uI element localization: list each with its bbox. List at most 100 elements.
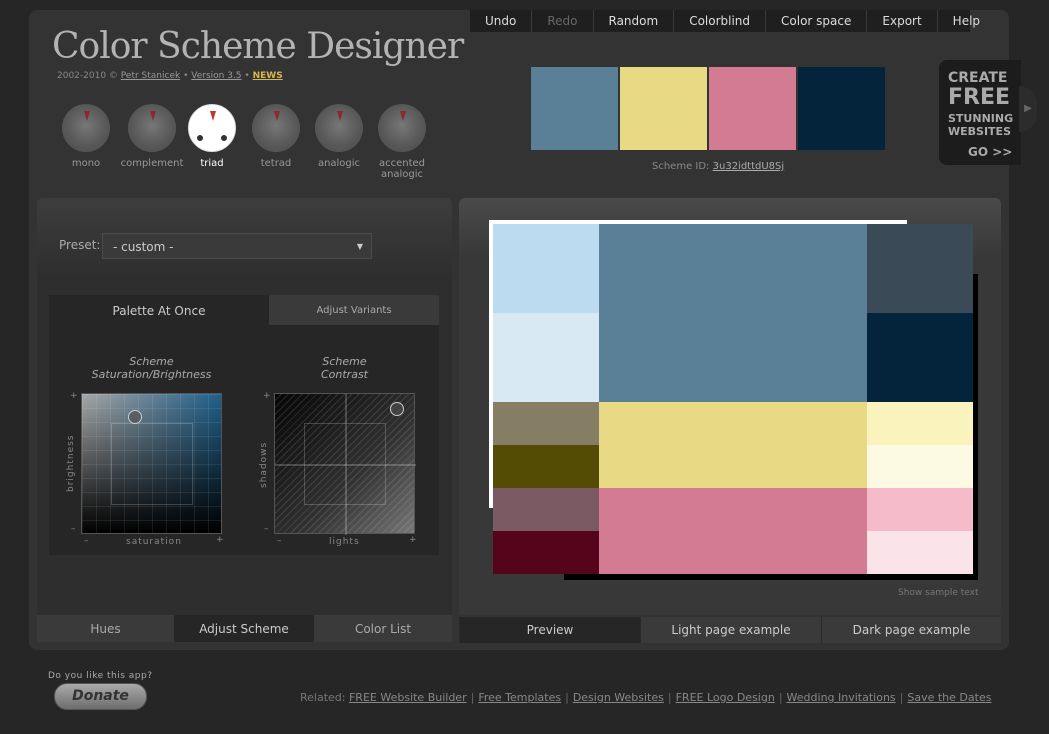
graph1-y-plus: +	[70, 391, 78, 401]
graph2-title-line2: Contrast	[320, 368, 368, 381]
donate-button[interactable]: Donate	[54, 683, 147, 710]
preview-primary-light-1[interactable]	[493, 224, 599, 313]
graph2-x-minus: –	[277, 536, 282, 546]
credits-prefix: 2002-2010 ©	[57, 71, 118, 81]
related-separator: |	[565, 691, 569, 704]
preview-primary-main[interactable]	[599, 224, 867, 402]
tab-light-page-example[interactable]: Light page example	[640, 617, 821, 643]
color-wheel-icon	[188, 104, 236, 152]
scheme-label-accented-analogic: accented analogic	[378, 158, 426, 180]
scheme-id-label: Scheme ID:	[652, 161, 710, 172]
adjust-subtabs: Palette At Once Adjust Variants	[49, 295, 439, 325]
related-link-wedding-invitations[interactable]: Wedding Invitations	[787, 691, 896, 704]
preview-yellow-light-2[interactable]	[867, 445, 973, 488]
preview-pink-light-1[interactable]	[867, 488, 973, 531]
chevron-right-icon[interactable]: ▶	[1019, 86, 1037, 132]
scheme-mono[interactable]: mono	[51, 104, 121, 169]
color-preview	[489, 220, 979, 580]
tab-palette-at-once[interactable]: Palette At Once	[49, 295, 269, 325]
menu-export[interactable]: Export	[867, 10, 938, 32]
scheme-id-link[interactable]: 3u32idttdU8Sj	[713, 161, 785, 172]
preview-pink-dark-2[interactable]	[493, 531, 599, 574]
preview-pink-dark-1[interactable]	[493, 488, 599, 531]
left-bottom-tabs: Hues Adjust Scheme Color List	[37, 615, 452, 642]
related-link-free-templates[interactable]: Free Templates	[478, 691, 561, 704]
color-wheel-icon	[315, 104, 363, 152]
preset-value: - custom -	[113, 240, 174, 254]
graph2-ylabel: shadows	[259, 441, 269, 488]
menu-colorblind[interactable]: Colorblind	[674, 10, 767, 32]
related-link-design-websites[interactable]: Design Websites	[573, 691, 664, 704]
related-link-website-builder[interactable]: FREE Website Builder	[349, 691, 467, 704]
contrast-graph[interactable]	[274, 393, 416, 535]
saturation-brightness-handle[interactable]	[128, 410, 142, 424]
preview-pink-light-2[interactable]	[867, 531, 973, 574]
tab-hues[interactable]: Hues	[37, 615, 174, 642]
related-link-logo-design[interactable]: FREE Logo Design	[676, 691, 775, 704]
related-separator: |	[470, 691, 475, 704]
version-link[interactable]: Version 3.5	[191, 71, 241, 81]
menu-help[interactable]: Help	[938, 10, 995, 32]
scheme-swatches	[531, 67, 887, 150]
tab-preview[interactable]: Preview	[459, 617, 640, 643]
swatch-dark[interactable]	[798, 67, 885, 150]
credits-bullet-1: •	[183, 71, 189, 81]
graph2-y-plus: +	[263, 391, 271, 401]
graph1-xlabel: saturation	[126, 537, 182, 547]
graph2-title: Scheme Contrast	[274, 355, 415, 381]
graph2-title-line1: Scheme	[322, 355, 367, 368]
scheme-label-mono: mono	[71, 158, 101, 169]
related-separator: |	[778, 691, 783, 704]
show-sample-text-link[interactable]: Show sample text	[898, 588, 979, 598]
menu-color-space[interactable]: Color space	[766, 10, 868, 32]
related-separator: |	[667, 691, 672, 704]
preview-primary-dark-1[interactable]	[867, 224, 973, 313]
color-wheel-icon	[128, 104, 176, 152]
swatch-secondary-b[interactable]	[709, 67, 796, 150]
related-links: Related: FREE Website Builder | Free Templ…	[300, 691, 991, 704]
preview-yellow-main[interactable]	[599, 402, 867, 488]
preview-yellow-light-1[interactable]	[867, 402, 973, 445]
author-link[interactable]: Petr Stanicek	[121, 71, 180, 81]
scheme-analogic[interactable]: analogic	[304, 104, 374, 169]
right-bottom-tabs: Preview Light page example Dark page exa…	[459, 617, 1001, 643]
color-wheel-icon	[252, 104, 300, 152]
tab-dark-page-example[interactable]: Dark page example	[821, 617, 1001, 643]
tab-adjust-variants[interactable]: Adjust Variants	[269, 295, 439, 325]
preview-yellow-dark-2[interactable]	[493, 445, 599, 488]
color-wheel-icon	[62, 104, 110, 152]
graph1-y-minus: –	[71, 524, 76, 534]
graph1-ylabel: brightness	[66, 434, 76, 492]
tab-adjust-scheme[interactable]: Adjust Scheme	[174, 615, 314, 642]
graph2-y-minus: –	[264, 524, 269, 534]
scheme-triad[interactable]: triad	[177, 104, 247, 169]
saturation-brightness-graph[interactable]	[81, 393, 222, 534]
swatch-primary[interactable]	[531, 67, 618, 150]
tab-color-list[interactable]: Color List	[314, 615, 452, 642]
scheme-accented-analogic[interactable]: accented analogic	[367, 104, 437, 180]
chevron-down-icon: ▼	[356, 242, 363, 251]
preview-primary-light-2[interactable]	[493, 313, 599, 402]
app-title: Color Scheme Designer	[52, 26, 464, 67]
swatch-secondary-a[interactable]	[620, 67, 707, 150]
graph2-xlabel: lights	[329, 537, 360, 547]
related-link-save-the-dates[interactable]: Save the Dates	[907, 691, 991, 704]
scheme-tetrad[interactable]: tetrad	[241, 104, 311, 169]
news-link[interactable]: NEWS	[253, 71, 283, 81]
menu-random[interactable]: Random	[594, 10, 675, 32]
graph1-title: Scheme Saturation/Brightness	[81, 355, 222, 381]
scheme-label-triad: triad	[200, 158, 224, 169]
preview-yellow-dark-1[interactable]	[493, 402, 599, 445]
menu-undo[interactable]: Undo	[470, 10, 533, 32]
ad-go-link[interactable]: GO >>	[968, 145, 1012, 159]
scheme-id: Scheme ID: 3u32idttdU8Sj	[652, 161, 784, 172]
menu-redo: Redo	[532, 10, 594, 32]
related-label: Related:	[300, 691, 346, 704]
ad-line-4: WEBSITES	[948, 125, 1011, 138]
preset-select[interactable]: - custom - ▼	[102, 233, 372, 259]
preview-pink-main[interactable]	[599, 488, 867, 574]
ad-create-free-websites[interactable]: CREATE FREE STUNNING WEBSITES GO >>	[939, 60, 1021, 165]
preview-primary-dark-2[interactable]	[867, 313, 973, 402]
graph2-x-plus: +	[409, 535, 417, 545]
contrast-handle[interactable]	[390, 402, 404, 416]
